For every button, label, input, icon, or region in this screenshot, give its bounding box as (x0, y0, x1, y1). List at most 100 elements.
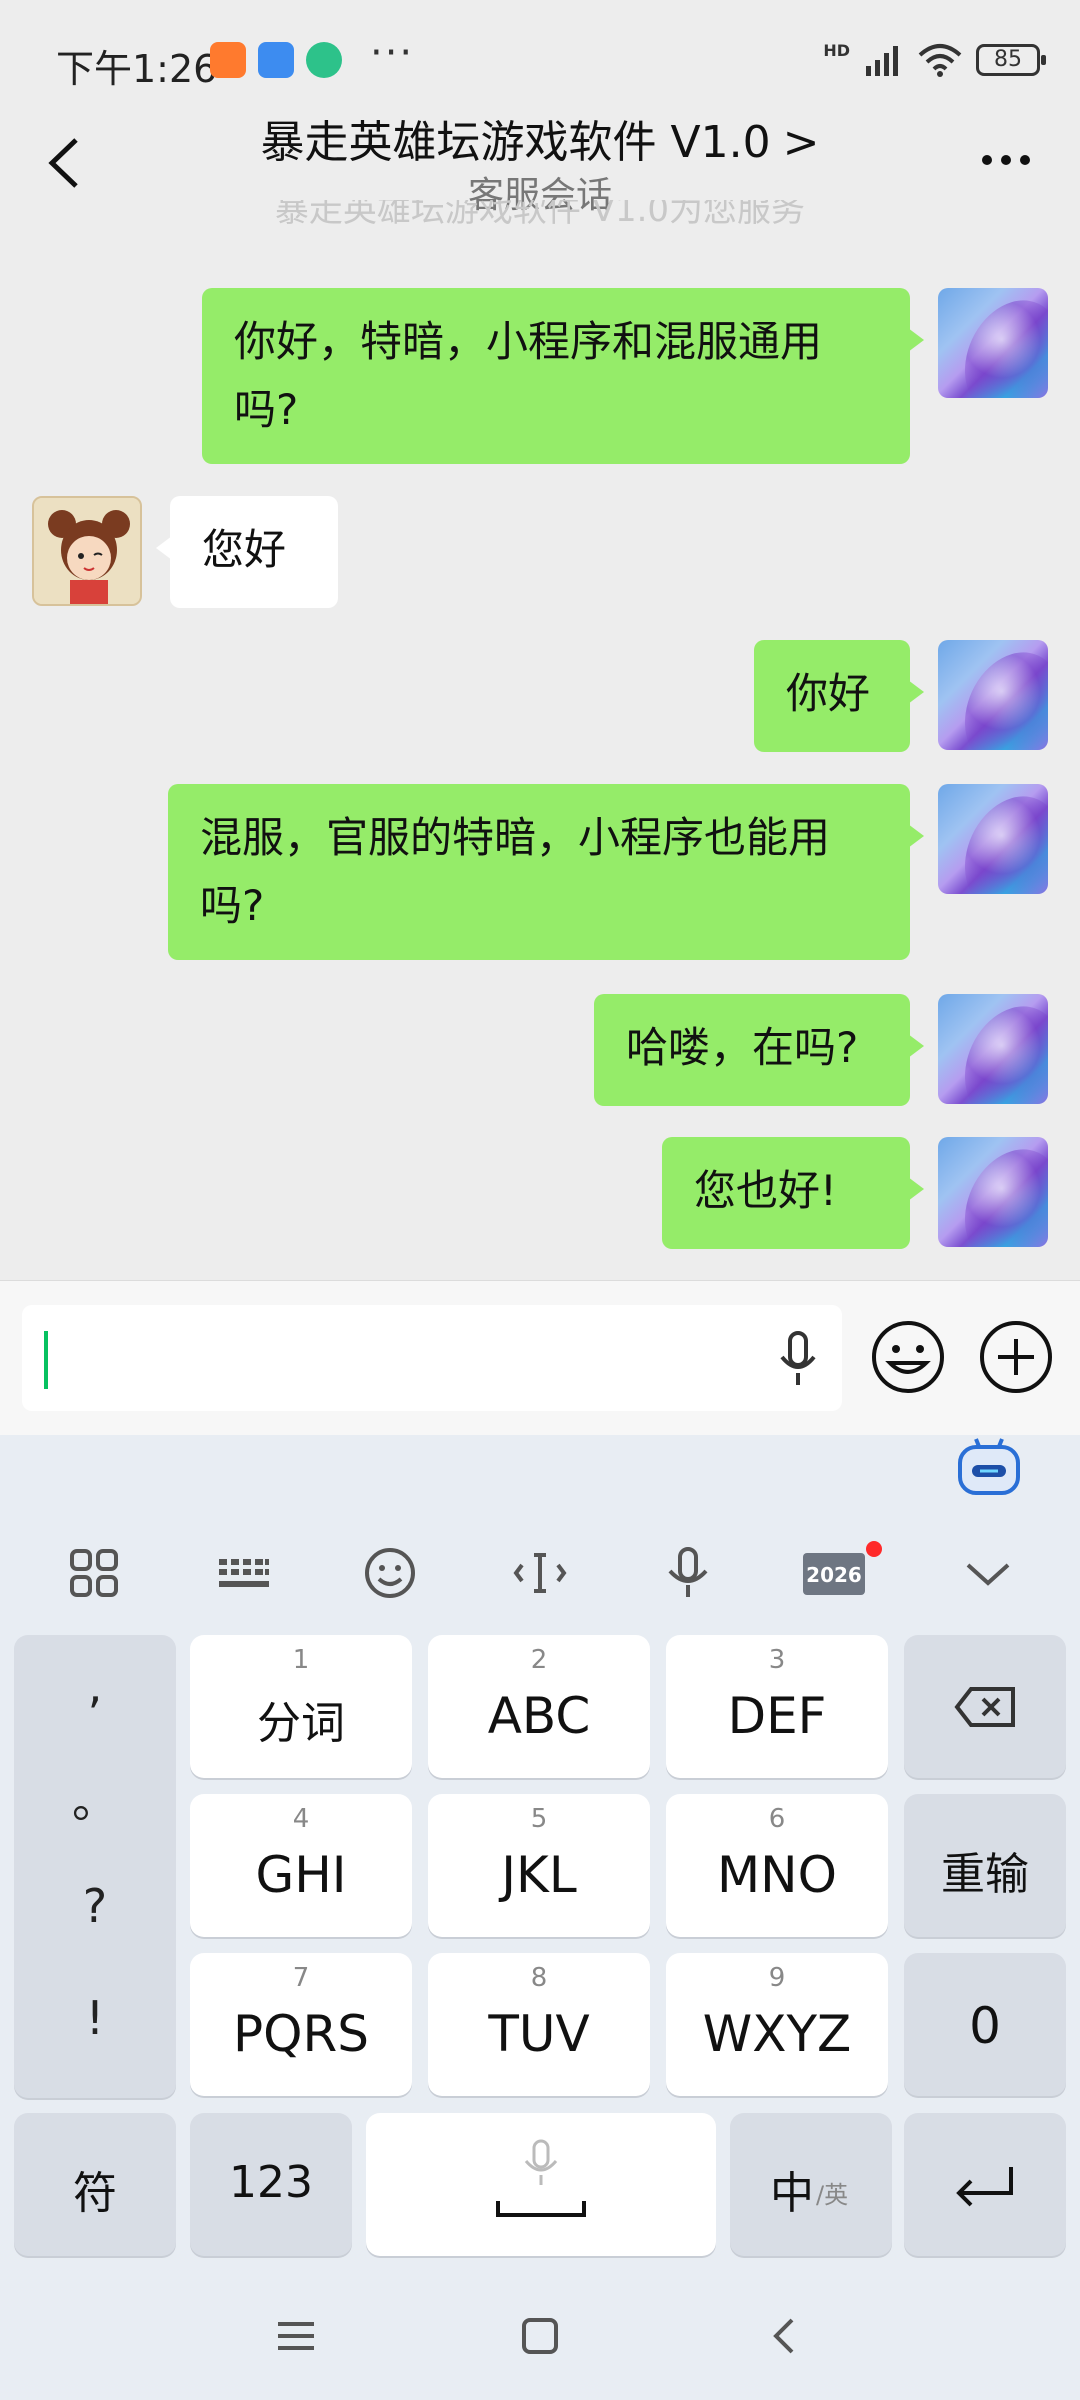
key-number: 5 (530, 1804, 548, 1834)
message-text: 哈喽，在吗? (626, 1023, 859, 1072)
browser-app-icon (306, 42, 342, 78)
service-avatar[interactable] (32, 496, 142, 606)
language-switch-key[interactable]: 中 /英 (730, 2113, 892, 2256)
key-0[interactable]: 0 (904, 1953, 1066, 2096)
enter-icon (956, 2167, 1013, 2207)
text-caret (44, 1331, 48, 1389)
punct-question[interactable]: ? (14, 1879, 176, 1933)
key-label: 0 (969, 1997, 1001, 2055)
key-label: WXYZ (702, 2005, 852, 2063)
key-label: 重输 (941, 1849, 1029, 1900)
wallet-app-icon (258, 42, 294, 78)
service-notice: 暴走英雄坛游戏软件 V1.0为您服务 (274, 200, 806, 230)
symbols-key[interactable]: 符 (14, 2113, 176, 2256)
message-bubble-sent[interactable]: 你好 (754, 640, 924, 752)
message-input[interactable] (22, 1305, 842, 1411)
message-bubble-sent[interactable]: 混服，官服的特暗，小程序也能用吗? (168, 784, 924, 960)
emoji-icon[interactable] (870, 1319, 946, 1395)
taobao-app-icon (210, 42, 246, 78)
apps-grid-icon[interactable] (66, 1545, 122, 1601)
key-label: DEF (727, 1687, 827, 1745)
message-bubble-sent[interactable]: 您也好! (662, 1137, 924, 1249)
message-input-bar (0, 1280, 1080, 1435)
back-icon[interactable] (762, 2312, 810, 2360)
punct-exclaim[interactable]: ! (14, 1991, 176, 2045)
key-label: JKL (501, 1846, 577, 1904)
message-text: 您好 (202, 525, 287, 574)
plus-icon[interactable] (978, 1319, 1054, 1395)
cursor-move-icon[interactable] (512, 1545, 568, 1601)
my-avatar[interactable] (938, 1137, 1048, 1247)
key-label: 分词 (257, 1698, 345, 1749)
message-text: 混服，官服的特暗，小程序也能用吗? (200, 813, 831, 930)
message-bubble-sent[interactable]: 哈喽，在吗? (594, 994, 924, 1106)
collapse-keyboard-icon[interactable] (960, 1545, 1016, 1601)
key-label: 123 (229, 2157, 313, 2208)
message-text: 您也好! (694, 1166, 837, 1215)
my-avatar[interactable] (938, 640, 1048, 750)
my-avatar[interactable] (938, 994, 1048, 1104)
key-label: MNO (717, 1846, 837, 1904)
keyboard-toolbar: 2026 (0, 1505, 1080, 1635)
notification-dot (866, 1541, 882, 1557)
chevron-right-icon: > (782, 117, 820, 168)
key-number: 6 (768, 1804, 786, 1834)
key-label: ABC (487, 1687, 591, 1745)
numbers-key[interactable]: 123 (190, 2113, 352, 2256)
voice-input-icon[interactable] (660, 1545, 716, 1601)
key-3[interactable]: 3 DEF (666, 1635, 888, 1778)
backspace-key[interactable] (904, 1635, 1066, 1778)
key-label: TUV (488, 2005, 590, 2063)
hd-network-label: HD (823, 40, 850, 60)
keyboard-icon[interactable] (215, 1545, 271, 1601)
key-number: 3 (768, 1645, 786, 1675)
status-time: 下午1:26 (56, 47, 218, 91)
battery-indicator: 85 (976, 44, 1046, 76)
more-options-icon[interactable] (982, 150, 1042, 170)
key-number: 1 (292, 1645, 310, 1675)
key-label: GHI (255, 1846, 347, 1904)
assistant-robot-icon[interactable] (954, 1435, 1024, 1499)
lang-alt-label: /英 (816, 2181, 849, 2209)
chat-title-text: 暴走英雄坛游戏软件 V1.0 (260, 117, 771, 168)
menu-icon[interactable] (272, 2312, 320, 2360)
calendar-2026-icon[interactable]: 2026 (803, 1553, 865, 1595)
key-8[interactable]: 8 TUV (428, 1953, 650, 2096)
cellular-signal-icon (866, 46, 898, 76)
key-1[interactable]: 1 分词 (190, 1635, 412, 1778)
key-number: 4 (292, 1804, 310, 1834)
space-mic-icon (524, 2139, 558, 2185)
key-number: 2 (530, 1645, 548, 1675)
punctuation-column[interactable]: , 。 ? ! (14, 1635, 176, 2098)
home-icon[interactable] (516, 2312, 564, 2360)
message-bubble-sent[interactable]: 你好，特暗，小程序和混服通用吗? (202, 288, 924, 464)
key-2[interactable]: 2 ABC (428, 1635, 650, 1778)
punct-period[interactable]: 。 (14, 1765, 176, 1831)
key-7[interactable]: 7 PQRS (190, 1953, 412, 2096)
my-avatar[interactable] (938, 288, 1048, 398)
key-number: 7 (292, 1963, 310, 1993)
enter-key[interactable] (904, 2113, 1066, 2256)
system-nav-bar (0, 2270, 1080, 2400)
space-key[interactable] (366, 2113, 716, 2256)
key-9[interactable]: 9 WXYZ (666, 1953, 888, 2096)
emoji-icon[interactable] (362, 1545, 418, 1601)
key-number: 8 (530, 1963, 548, 1993)
message-text: 你好 (786, 669, 871, 718)
key-5[interactable]: 5 JKL (428, 1794, 650, 1937)
my-avatar[interactable] (938, 784, 1048, 894)
chat-title[interactable]: 暴走英雄坛游戏软件 V1.0 > (0, 106, 1080, 170)
key-6[interactable]: 6 MNO (666, 1794, 888, 1937)
backspace-icon (954, 1687, 1015, 1727)
message-bubble-received[interactable]: 您好 (156, 496, 338, 608)
punct-comma[interactable]: , (14, 1659, 176, 1713)
key-4[interactable]: 4 GHI (190, 1794, 412, 1937)
microphone-icon[interactable] (776, 1329, 820, 1389)
ime-keyboard: 2026 , 。 ? ! 1 分词 2 ABC 3 DEF 4 GHI 5 JK… (0, 1435, 1080, 2270)
reinput-key[interactable]: 重输 (904, 1794, 1066, 1937)
lang-main-label: 中 (770, 2168, 814, 2219)
key-label: 符 (73, 2168, 117, 2219)
key-label: PQRS (233, 2005, 369, 2063)
message-text: 你好，特暗，小程序和混服通用吗? (234, 317, 823, 434)
space-bar-icon (496, 2201, 586, 2217)
